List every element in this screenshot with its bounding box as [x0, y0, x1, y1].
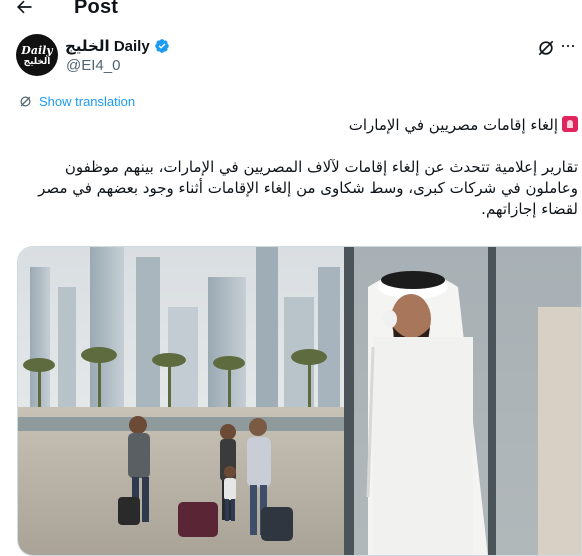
show-translation-label: Show translation — [39, 94, 136, 109]
more-dots-icon[interactable]: ··· — [560, 36, 580, 56]
author-handle[interactable]: @EI4_0 — [66, 57, 120, 74]
tweet-headline: إلغاء إقامات مصريين في الإمارات — [348, 116, 558, 134]
top-bar: Post — [0, 0, 582, 22]
avatar-line2: الخليج — [23, 55, 51, 66]
tweet-image[interactable] — [17, 246, 582, 556]
avatar[interactable]: Daily الخليج — [16, 34, 58, 76]
page-title: Post — [74, 0, 119, 18]
tweet-text: إلغاء إقامات مصريين في الإمارات تقارير إ… — [13, 115, 578, 220]
avatar-line1: Daily — [21, 43, 53, 57]
grok-icon[interactable] — [536, 38, 556, 58]
display-name[interactable]: الخليج Daily — [65, 37, 150, 55]
show-translation-link[interactable]: Show translation — [18, 94, 135, 109]
author-name-row[interactable]: الخليج Daily — [65, 37, 170, 55]
arrow-left-icon — [17, 0, 32, 14]
back-button[interactable] — [14, 0, 42, 21]
translate-icon — [20, 96, 31, 107]
tweet-paragraph: تقارير إعلامية تتحدث عن إلغاء إقامات لآل… — [38, 158, 578, 218]
photo-illustration — [18, 247, 581, 555]
verified-badge-icon — [154, 39, 169, 53]
siren-emoji-icon — [562, 116, 578, 132]
